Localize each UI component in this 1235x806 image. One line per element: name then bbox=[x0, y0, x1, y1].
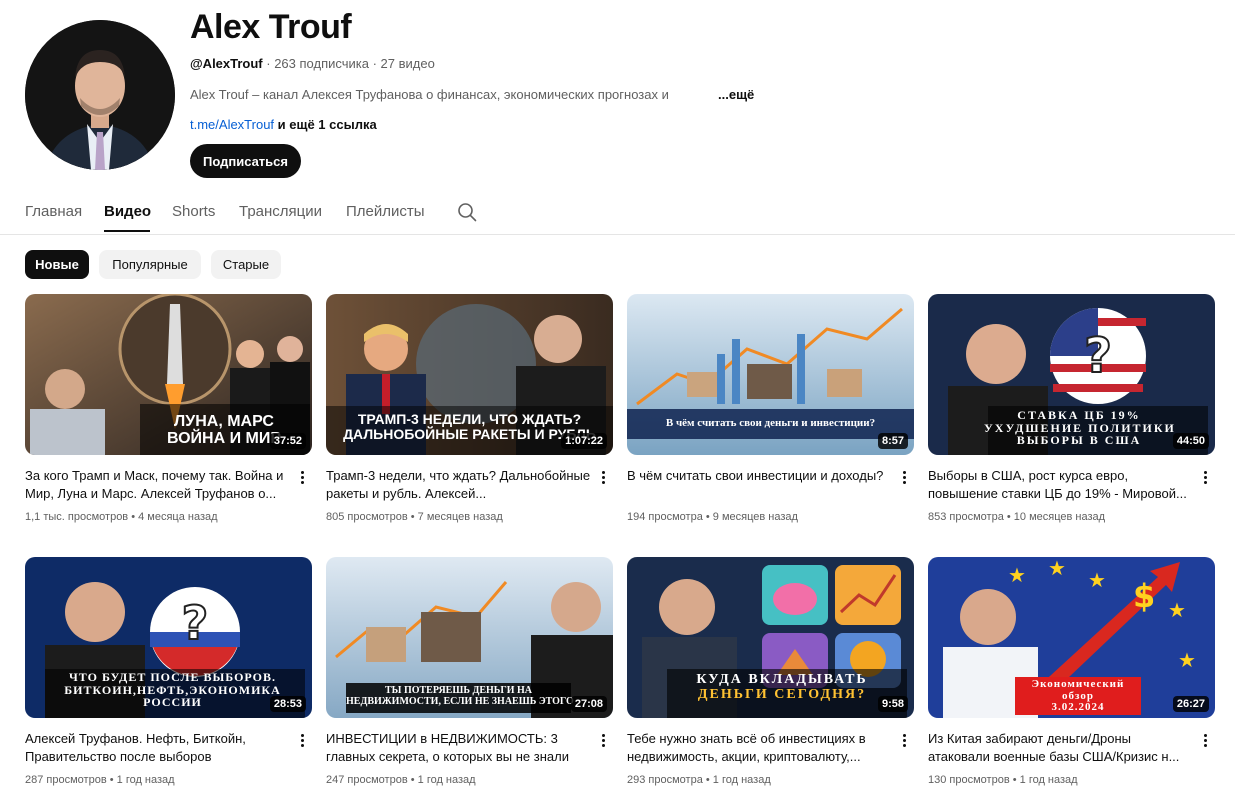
channel-header: Alex Trouf @AlexTrouf · 263 подписчика ·… bbox=[0, 0, 1235, 190]
video-duration: 1:07:22 bbox=[561, 433, 607, 449]
telegram-link[interactable]: t.me/AlexTrouf bbox=[190, 117, 274, 132]
video-card[interactable]: В чём считать свои деньги и инвестиции? … bbox=[627, 294, 914, 523]
chip-oldest[interactable]: Старые bbox=[211, 250, 281, 279]
video-duration: 44:50 bbox=[1172, 433, 1209, 449]
video-meta: 853 просмотра • 10 месяцев назад bbox=[928, 511, 1106, 523]
video-duration: 8:57 bbox=[877, 433, 908, 449]
video-card[interactable]: ТЫ ПОТЕРЯЕШЬ ДЕНЬГИ НА НЕДВИЖИМОСТИ, ЕСЛИ… bbox=[326, 557, 613, 786]
channel-stats: · 263 подписчика · 27 видео bbox=[262, 56, 435, 71]
svg-text:?: ? bbox=[1084, 328, 1112, 384]
subscribe-button[interactable]: Подписаться bbox=[190, 144, 301, 178]
svg-text:★: ★ bbox=[1008, 563, 1026, 587]
channel-description[interactable]: Alex Trouf – канал Алексея Труфанова о ф… bbox=[190, 87, 669, 102]
more-options-icon[interactable] bbox=[598, 469, 608, 487]
video-meta: 194 просмотра • 9 месяцев назад bbox=[627, 511, 798, 523]
video-thumbnail[interactable]: ТЫ ПОТЕРЯЕШЬ ДЕНЬГИ НА НЕДВИЖИМОСТИ, ЕСЛИ… bbox=[326, 557, 613, 718]
video-title[interactable]: За кого Трамп и Маск, почему так. Война … bbox=[25, 467, 290, 503]
tab-shorts[interactable]: Shorts bbox=[172, 203, 215, 220]
video-title[interactable]: Тебе нужно знать всё об инвестициях в не… bbox=[627, 730, 892, 766]
more-options-icon[interactable] bbox=[297, 732, 307, 750]
video-duration: 28:53 bbox=[269, 696, 306, 712]
video-meta: 287 просмотров • 1 год назад bbox=[25, 774, 175, 786]
channel-meta: @AlexTrouf · 263 подписчика · 27 видео bbox=[190, 56, 435, 71]
video-thumbnail[interactable]: КУДА ВКЛАДЫВАТЬ ДЕНЬГИ СЕГОДНЯ? 9:58 bbox=[627, 557, 914, 718]
chip-popular[interactable]: Популярные bbox=[99, 250, 201, 279]
svg-text:★: ★ bbox=[1088, 568, 1106, 592]
more-options-icon[interactable] bbox=[899, 732, 909, 750]
video-title[interactable]: Трамп-3 недели, что ждать? Дальнобойные … bbox=[326, 467, 591, 503]
video-meta: 247 просмотров • 1 год назад bbox=[326, 774, 476, 786]
tab-home[interactable]: Главная bbox=[25, 203, 82, 220]
active-tab-indicator bbox=[104, 230, 150, 232]
more-options-icon[interactable] bbox=[1200, 469, 1210, 487]
channel-tabs: Главная Видео Shorts Трансляции Плейлист… bbox=[0, 190, 1235, 235]
svg-text:$: $ bbox=[1133, 577, 1155, 615]
video-card[interactable]: ★ ★ ★ ★ ★ $ Экономический обзор 3.02.2024 … bbox=[928, 557, 1215, 786]
video-title[interactable]: В чём считать свои инвестиции и доходы? bbox=[627, 467, 892, 485]
video-thumbnail[interactable]: ★ ★ ★ ★ ★ $ Экономический обзор 3.02.2024 … bbox=[928, 557, 1215, 718]
video-title[interactable]: Из Китая забирают деньги/Дроны атаковали… bbox=[928, 730, 1193, 766]
video-meta: 1,1 тыс. просмотров • 4 месяца назад bbox=[25, 511, 218, 523]
video-card[interactable]: КУДА ВКЛАДЫВАТЬ ДЕНЬГИ СЕГОДНЯ? 9:58 Тебе… bbox=[627, 557, 914, 786]
channel-title: Alex Trouf bbox=[190, 8, 352, 46]
channel-handle: @AlexTrouf bbox=[190, 56, 263, 71]
more-links-button[interactable]: и ещё 1 ссылка bbox=[274, 117, 377, 132]
svg-text:★: ★ bbox=[1048, 557, 1066, 580]
more-options-icon[interactable] bbox=[297, 469, 307, 487]
video-duration: 26:27 bbox=[1172, 696, 1209, 712]
video-card[interactable]: ЛУНА, МАРС ВОЙНА И МИР 37:52 За кого Трам… bbox=[25, 294, 312, 523]
channel-links: t.me/AlexTrouf и ещё 1 ссылка bbox=[190, 117, 377, 132]
video-thumbnail[interactable]: ? ЧТО БУДЕТ ПОСЛЕ ВЫБОРОВ. БИТКОИН,НЕФТЬ,… bbox=[25, 557, 312, 718]
video-thumbnail[interactable]: ЛУНА, МАРС ВОЙНА И МИР 37:52 bbox=[25, 294, 312, 455]
video-meta: 805 просмотров • 7 месяцев назад bbox=[326, 511, 503, 523]
video-title[interactable]: Выборы в США, рост курса евро, повышение… bbox=[928, 467, 1193, 503]
video-title[interactable]: Алексей Труфанов. Нефть, Биткойн, Правит… bbox=[25, 730, 290, 766]
svg-text:★: ★ bbox=[1178, 648, 1196, 672]
video-card[interactable]: ТРАМП-3 НЕДЕЛИ, ЧТО ЖДАТЬ? ДАЛЬНОБОЙНЫЕ Р… bbox=[326, 294, 613, 523]
video-duration: 9:58 bbox=[877, 696, 908, 712]
more-options-icon[interactable] bbox=[899, 469, 909, 487]
channel-avatar[interactable] bbox=[25, 20, 175, 170]
tab-videos[interactable]: Видео bbox=[104, 203, 151, 220]
video-thumbnail[interactable]: ТРАМП-3 НЕДЕЛИ, ЧТО ЖДАТЬ? ДАЛЬНОБОЙНЫЕ Р… bbox=[326, 294, 613, 455]
video-card[interactable]: ? СТАВКА ЦБ 19% УХУДШЕНИЕ ПОЛИТИКИ ВЫБОРЫ … bbox=[928, 294, 1215, 523]
video-thumbnail[interactable]: ? СТАВКА ЦБ 19% УХУДШЕНИЕ ПОЛИТИКИ ВЫБОРЫ … bbox=[928, 294, 1215, 455]
more-options-icon[interactable] bbox=[1200, 732, 1210, 750]
video-meta: 130 просмотров • 1 год назад bbox=[928, 774, 1078, 786]
svg-text:★: ★ bbox=[1168, 598, 1186, 622]
video-title[interactable]: ИНВЕСТИЦИИ в НЕДВИЖИМОСТЬ: 3 главных сек… bbox=[326, 730, 591, 766]
tab-live[interactable]: Трансляции bbox=[239, 203, 322, 220]
more-options-icon[interactable] bbox=[598, 732, 608, 750]
video-card[interactable]: ? ЧТО БУДЕТ ПОСЛЕ ВЫБОРОВ. БИТКОИН,НЕФТЬ,… bbox=[25, 557, 312, 786]
video-duration: 27:08 bbox=[570, 696, 607, 712]
tab-playlists[interactable]: Плейлисты bbox=[346, 203, 425, 220]
svg-text:?: ? bbox=[182, 596, 209, 650]
video-meta: 293 просмотра • 1 год назад bbox=[627, 774, 771, 786]
description-more-link[interactable]: ...ещё bbox=[718, 87, 754, 102]
search-icon[interactable] bbox=[457, 202, 477, 222]
video-duration: 37:52 bbox=[269, 433, 306, 449]
chip-newest[interactable]: Новые bbox=[25, 250, 89, 279]
video-thumbnail[interactable]: В чём считать свои деньги и инвестиции? … bbox=[627, 294, 914, 455]
